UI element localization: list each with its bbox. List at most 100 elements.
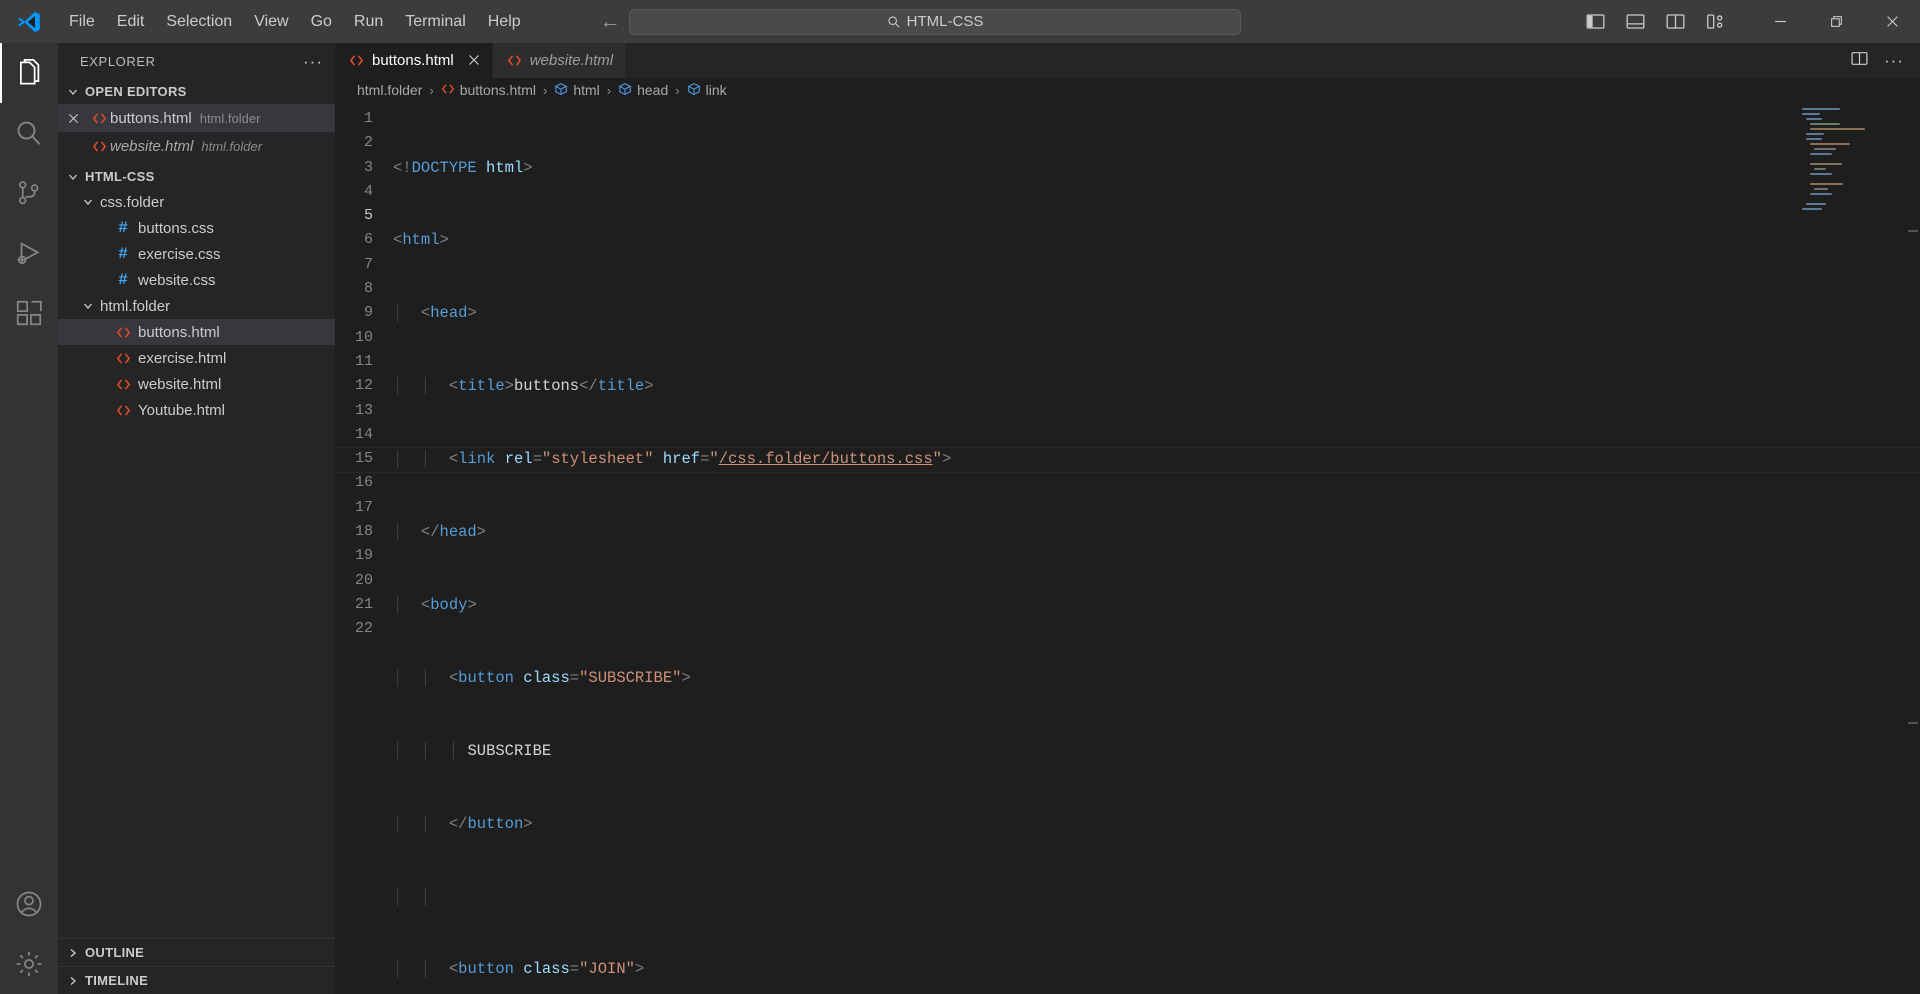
symbol-field-icon [687, 82, 701, 99]
customize-layout-icon[interactable] [1700, 7, 1730, 37]
line-number: 22 [354, 620, 373, 638]
html-icon [88, 139, 110, 154]
activity-run-debug[interactable] [0, 223, 58, 283]
menu-go[interactable]: Go [300, 9, 343, 35]
line-number: 2 [363, 134, 373, 152]
toggle-panel-icon[interactable] [1620, 7, 1650, 37]
menu-edit[interactable]: Edit [106, 9, 156, 35]
sidebar-bottom-panels: OUTLINE TIMELINE [58, 938, 335, 994]
line-number: 21 [354, 595, 373, 613]
code-line-12: │ │ <button class="JOIN"> [393, 960, 645, 979]
open-editor-name: buttons.html [110, 109, 192, 127]
chevron-down-icon [65, 86, 81, 98]
tree-file-label: buttons.html [138, 323, 220, 341]
breadcrumb-item-file[interactable]: buttons.html [441, 82, 536, 99]
breadcrumb: html.folder › buttons.html › html › head… [335, 78, 1920, 102]
quick-open-search[interactable]: HTML-CSS [629, 8, 1241, 35]
activity-search[interactable] [0, 103, 58, 163]
breadcrumb-separator: › [606, 82, 612, 98]
line-number: 3 [363, 158, 373, 176]
tree-file-label: website.html [138, 375, 222, 393]
code-content[interactable]: <!DOCTYPE html> <html> │ <head> │ │ <tit… [335, 102, 1920, 994]
open-editor-name: website.html [110, 137, 194, 155]
code-line-3: │ <head> [393, 304, 477, 323]
css-icon: # [118, 271, 128, 289]
open-editor-path: html.folder [199, 110, 261, 126]
close-window-button[interactable] [1864, 0, 1920, 43]
line-number: 8 [363, 280, 373, 298]
editor-more-actions-icon[interactable]: ··· [1884, 52, 1904, 69]
editor-tabs: buttons.html website.html ··· [335, 43, 1920, 78]
minimize-button[interactable] [1752, 0, 1808, 43]
tree-file-exercise-css[interactable]: # exercise.css [58, 241, 335, 267]
chevron-right-icon [65, 975, 81, 987]
panel-timeline[interactable]: TIMELINE [58, 966, 335, 994]
section-workspace[interactable]: HTML-CSS [58, 164, 335, 189]
code-editor[interactable]: 1 2 3 4 5 6 7 8 9 10 11 12 13 14 15 16 1… [335, 102, 1920, 994]
tree-file-buttons-html[interactable]: buttons.html [58, 319, 335, 345]
search-icon [17, 121, 41, 145]
css-icon: # [118, 219, 128, 237]
explorer-more-actions-icon[interactable]: ··· [303, 53, 323, 70]
code-line-5: │ │ <link rel="stylesheet" href="/css.fo… [335, 447, 1920, 474]
explorer-sidebar: EXPLORER ··· OPEN EDITORS buttons.html h… [58, 43, 335, 994]
open-editor-item-buttons-html[interactable]: buttons.html html.folder [58, 104, 335, 132]
tree-file-youtube-html[interactable]: Youtube.html [58, 397, 335, 423]
line-number: 18 [354, 523, 373, 541]
close-tab-icon[interactable] [468, 53, 480, 69]
restore-button[interactable] [1808, 0, 1864, 43]
toggle-primary-sidebar-icon[interactable] [1580, 7, 1610, 37]
go-back-icon[interactable]: ← [600, 11, 621, 32]
html-icon [112, 377, 134, 392]
line-number-current: 5 [363, 207, 373, 225]
tree-file-exercise-html[interactable]: exercise.html [58, 345, 335, 371]
tree-file-website-css[interactable]: # website.css [58, 267, 335, 293]
menu-view[interactable]: View [243, 9, 299, 35]
tab-buttons-html[interactable]: buttons.html [335, 43, 493, 78]
section-open-editors[interactable]: OPEN EDITORS [58, 79, 335, 104]
titlebar-right [1580, 0, 1920, 43]
html-icon [441, 82, 455, 99]
toggle-secondary-sidebar-icon[interactable] [1660, 7, 1690, 37]
tree-file-label: buttons.css [138, 219, 214, 237]
activity-explorer[interactable] [0, 43, 58, 103]
editor-vertical-scrollbar[interactable] [1906, 102, 1920, 994]
close-icon[interactable] [58, 113, 88, 124]
activity-extensions[interactable] [0, 283, 58, 343]
tree-file-website-html[interactable]: website.html [58, 371, 335, 397]
breadcrumb-label: html [573, 82, 600, 98]
menu-help[interactable]: Help [477, 9, 532, 35]
menu-run[interactable]: Run [343, 9, 394, 35]
menu-file[interactable]: File [58, 9, 106, 35]
breadcrumb-item-folder[interactable]: html.folder [357, 82, 422, 98]
menu-selection[interactable]: Selection [155, 9, 243, 35]
line-number: 15 [354, 450, 373, 468]
menu-bar: File Edit Selection View Go Run Terminal… [58, 9, 532, 35]
code-line-8: │ │ <button class="SUBSCRIBE"> [393, 668, 691, 687]
breadcrumb-item-link[interactable]: link [687, 82, 727, 99]
code-line-10: │ │ </button> [393, 814, 533, 833]
split-editor-right-icon[interactable] [1851, 50, 1868, 72]
panel-outline-label: OUTLINE [85, 945, 145, 960]
tree-file-label: Youtube.html [138, 401, 226, 419]
panel-outline[interactable]: OUTLINE [58, 938, 335, 966]
line-number: 17 [354, 498, 373, 516]
menu-terminal[interactable]: Terminal [394, 9, 476, 35]
breadcrumb-label: head [637, 82, 669, 98]
tab-website-html[interactable]: website.html [492, 43, 627, 78]
activity-source-control[interactable] [0, 163, 58, 223]
activity-accounts[interactable] [0, 874, 58, 934]
tree-folder-css[interactable]: css.folder [58, 189, 335, 215]
activity-settings[interactable] [0, 934, 58, 994]
breadcrumb-item-html[interactable]: html [554, 82, 600, 99]
line-number: 20 [354, 571, 373, 589]
tree-folder-html[interactable]: html.folder [58, 293, 335, 319]
breadcrumb-item-head[interactable]: head [618, 82, 668, 99]
line-number: 9 [363, 304, 373, 322]
tree-file-buttons-css[interactable]: # buttons.css [58, 215, 335, 241]
chevron-down-icon [80, 196, 96, 208]
quick-open-value: HTML-CSS [906, 13, 984, 30]
html-icon [112, 351, 134, 366]
tree-folder-label: html.folder [100, 297, 171, 315]
open-editor-item-website-html[interactable]: website.html html.folder [58, 132, 335, 160]
